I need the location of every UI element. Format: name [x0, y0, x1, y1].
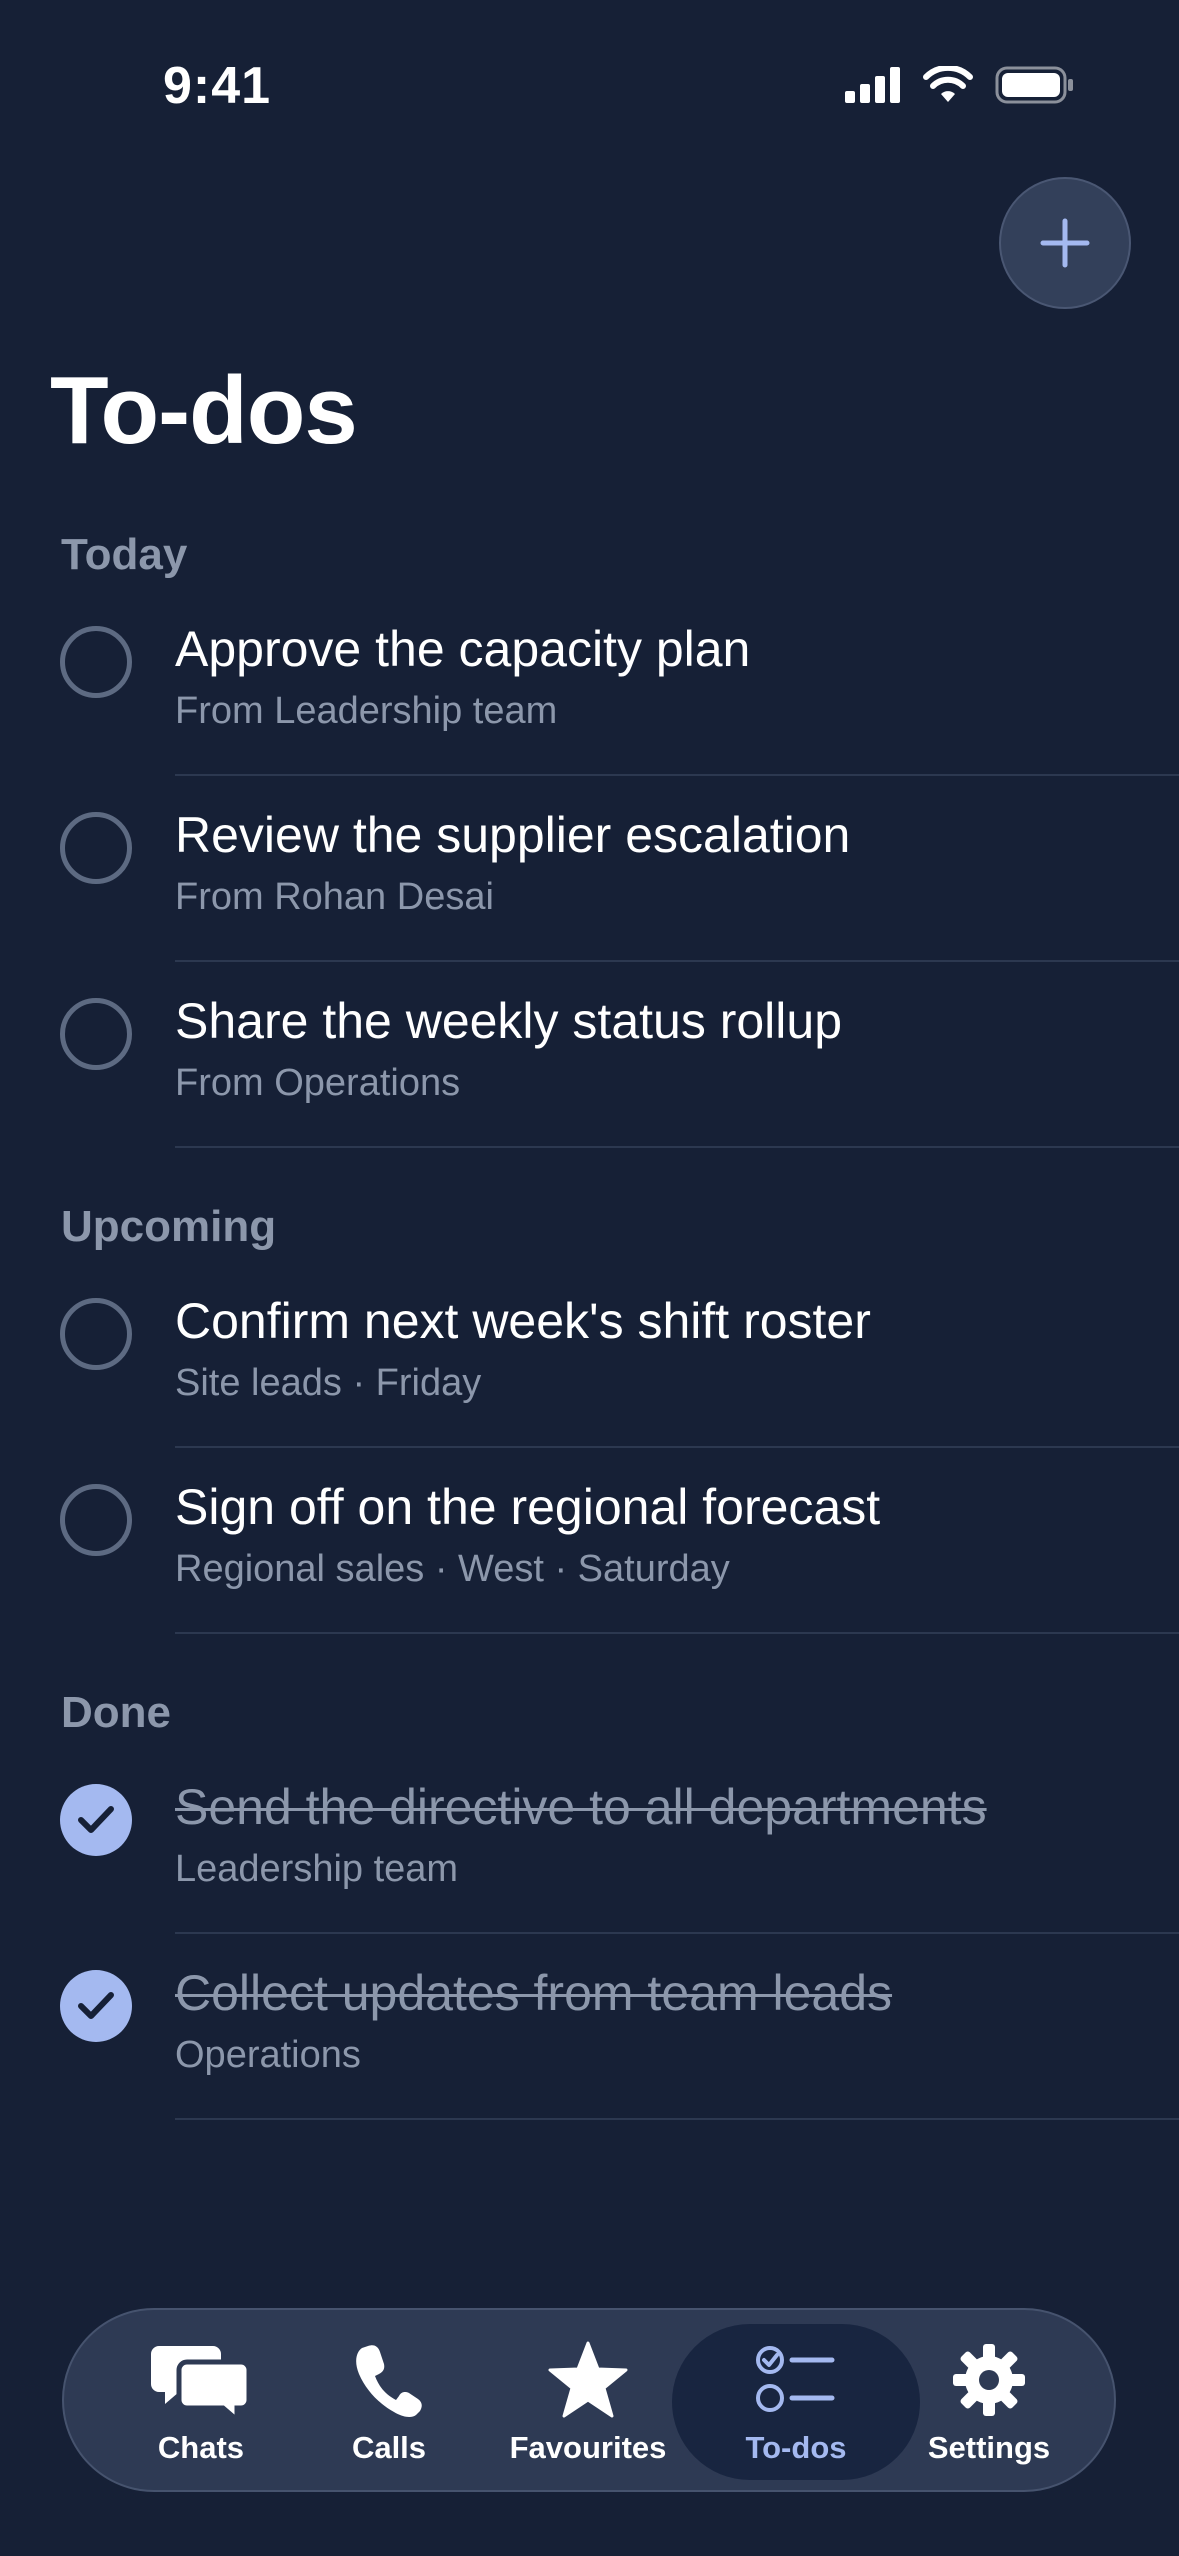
- todo-title: Send the directive to all departments: [175, 1779, 987, 1835]
- tab-todos[interactable]: To-dos: [672, 2310, 920, 2494]
- todo-item-done[interactable]: Send the directive to all departments Le…: [0, 1748, 1179, 1934]
- divider: [175, 2118, 1179, 2120]
- tab-calls[interactable]: Calls: [324, 2310, 454, 2494]
- todo-checkbox-checked[interactable]: [60, 1970, 132, 2042]
- star-icon: [548, 2338, 628, 2422]
- todo-checkbox[interactable]: [60, 1484, 132, 1556]
- todo-title: Confirm next week's shift roster: [175, 1293, 871, 1349]
- todo-item[interactable]: Approve the capacity plan From Leadershi…: [0, 590, 1179, 776]
- todo-subtitle: Site leads · Friday: [175, 1362, 482, 1404]
- tab-label: To-dos: [745, 2430, 847, 2465]
- page-title: To-dos: [50, 357, 358, 464]
- section-header-done: Done: [61, 1688, 171, 1737]
- tab-label: Calls: [351, 2430, 427, 2465]
- todo-subtitle: From Rohan Desai: [175, 876, 494, 918]
- todo-checkbox-checked[interactable]: [60, 1784, 132, 1856]
- todo-checkbox[interactable]: [60, 626, 132, 698]
- todo-item[interactable]: Confirm next week's shift roster Site le…: [0, 1262, 1179, 1448]
- battery-icon: [995, 66, 1073, 104]
- status-icons: [845, 66, 1075, 104]
- todo-title: Collect updates from team leads: [175, 1965, 893, 2021]
- phone-icon: [354, 2338, 424, 2422]
- checkmark-icon: [78, 1992, 114, 2019]
- todo-subtitle: Leadership team: [175, 1848, 459, 1890]
- tab-label: Chats: [157, 2430, 245, 2465]
- tab-settings[interactable]: Settings: [914, 2310, 1064, 2494]
- section-header-upcoming: Upcoming: [61, 1202, 277, 1251]
- todo-item[interactable]: Sign off on the regional forecast Region…: [0, 1448, 1179, 1634]
- todo-item[interactable]: Review the supplier escalation From Roha…: [0, 776, 1179, 962]
- signal-icon: [845, 67, 900, 103]
- checkmark-icon: [78, 1806, 114, 1833]
- tab-favourites[interactable]: Favourites: [500, 2310, 676, 2494]
- todo-item[interactable]: Share the weekly status rollup From Oper…: [0, 962, 1179, 1148]
- todo-title: Approve the capacity plan: [175, 621, 751, 677]
- checklist-icon: [756, 2338, 836, 2422]
- section-header-today: Today: [61, 530, 188, 579]
- divider: [175, 1146, 1179, 1148]
- todo-checkbox[interactable]: [60, 812, 132, 884]
- todos-screen: 9:41 To-dos Today Approve the capacity p…: [0, 0, 1179, 2556]
- todo-checkbox[interactable]: [60, 998, 132, 1070]
- chat-bubbles-icon: [151, 2338, 251, 2422]
- todo-item-done[interactable]: Collect updates from team leads Operatio…: [0, 1934, 1179, 2120]
- todo-subtitle: Regional sales · West · Saturday: [175, 1548, 730, 1590]
- plus-icon: [1040, 218, 1090, 268]
- wifi-icon: [923, 66, 973, 102]
- todo-subtitle: From Leadership team: [175, 690, 558, 732]
- todo-checkbox[interactable]: [60, 1298, 132, 1370]
- todo-title: Review the supplier escalation: [175, 807, 851, 863]
- status-time: 9:41: [163, 57, 272, 115]
- tab-label: Settings: [927, 2430, 1051, 2465]
- tab-bar: Chats Calls Favourites To-dos Settings: [62, 2308, 1116, 2492]
- tab-chats[interactable]: Chats: [126, 2310, 276, 2494]
- add-todo-button[interactable]: [999, 177, 1131, 309]
- todo-subtitle: From Operations: [175, 1062, 461, 1104]
- divider: [175, 1632, 1179, 1634]
- todo-title: Share the weekly status rollup: [175, 993, 843, 1049]
- todo-subtitle: Operations: [175, 2034, 361, 2076]
- tab-label: Favourites: [509, 2430, 667, 2465]
- todo-title: Sign off on the regional forecast: [175, 1479, 881, 1535]
- gear-icon: [951, 2338, 1027, 2422]
